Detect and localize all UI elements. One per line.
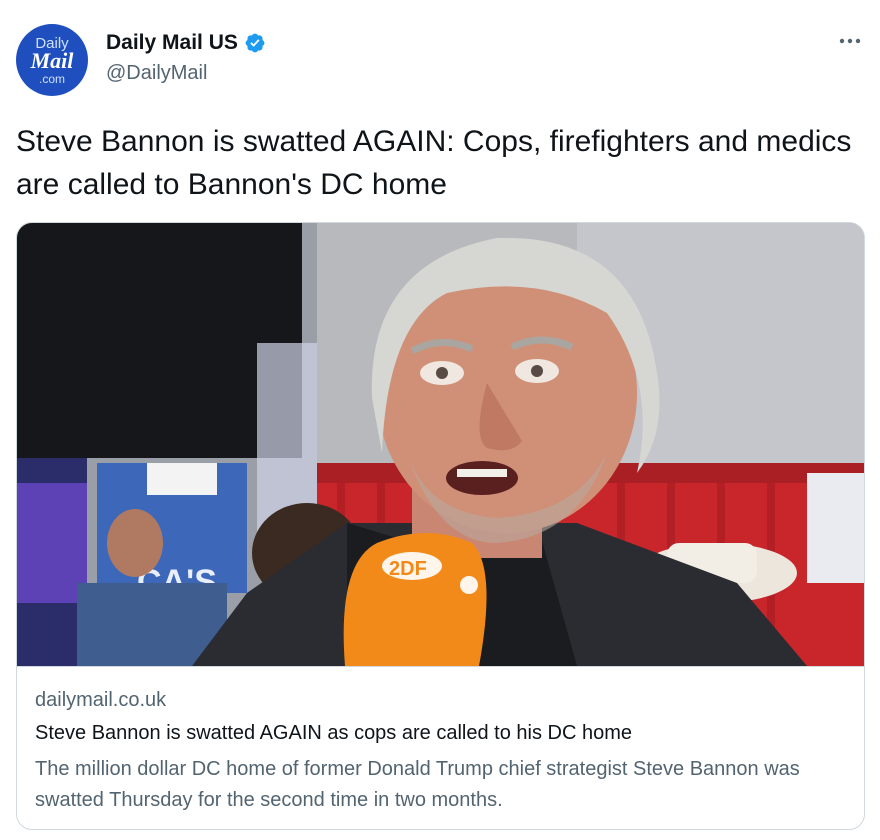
tweet: Daily Mail .com Daily Mail US @DailyMail… <box>0 0 880 840</box>
card-meta[interactable]: dailymail.co.uk Steve Bannon is swatted … <box>17 666 864 829</box>
card-domain: dailymail.co.uk <box>35 689 167 711</box>
avatar-logo-line3: .com <box>38 72 65 86</box>
link-card[interactable]: CA'S 2DF dailymail.co.uk Steve Bannon is… <box>16 222 865 830</box>
avatar[interactable]: Daily Mail .com <box>16 24 88 96</box>
card-title: Steve Bannon is swatted AGAIN as cops ar… <box>35 722 632 744</box>
more-horizontal-icon[interactable] <box>838 28 862 51</box>
card-image[interactable]: CA'S 2DF <box>17 223 864 666</box>
microphone-label: 2DF <box>389 558 427 580</box>
tweet-text: Steve Bannon is swatted AGAIN: Cops, fir… <box>16 125 852 201</box>
card-description: The million dollar DC home of former Don… <box>35 758 800 811</box>
account-name[interactable]: Daily Mail US <box>106 31 238 55</box>
avatar-logo-line2: Mail <box>30 48 74 73</box>
account-handle[interactable]: @DailyMail <box>106 62 207 85</box>
account-name-row: Daily Mail US <box>106 30 266 56</box>
verified-badge-icon <box>244 32 266 54</box>
